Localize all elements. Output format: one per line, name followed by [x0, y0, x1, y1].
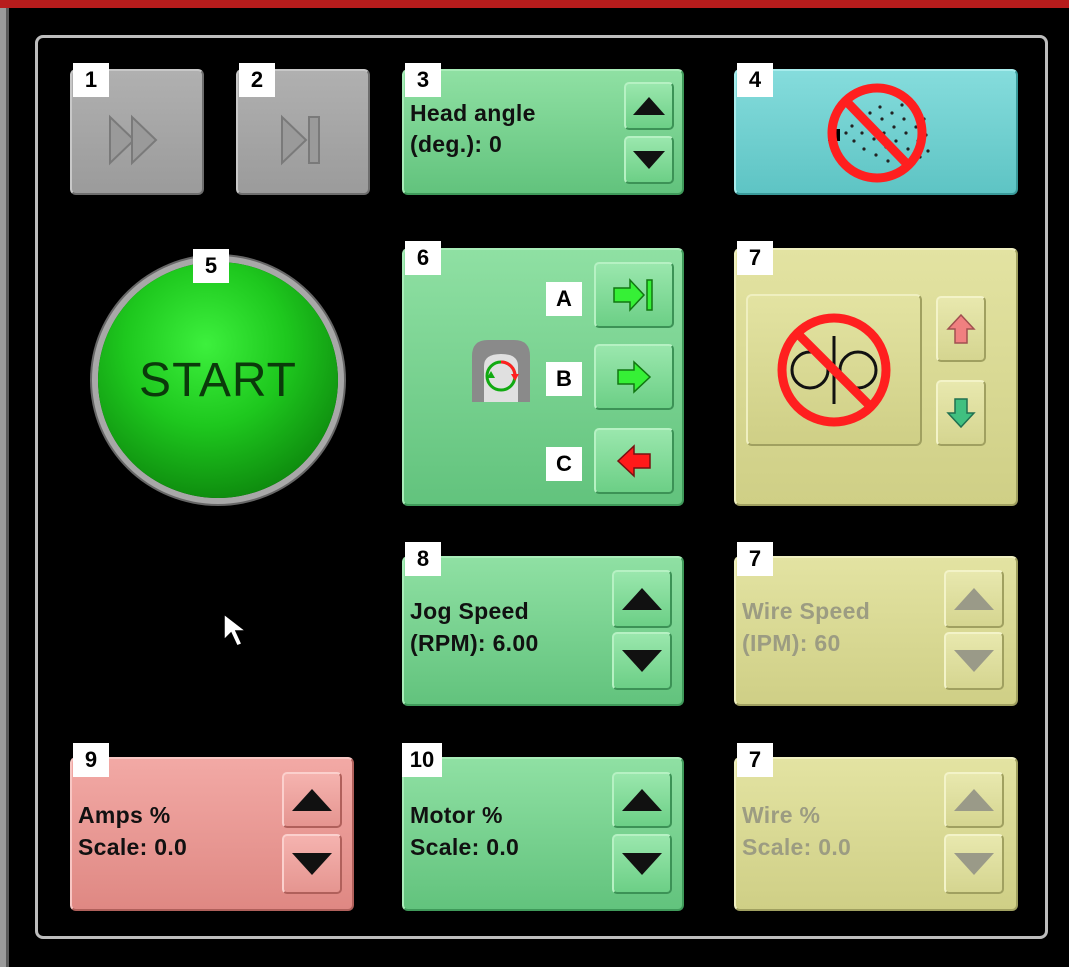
jog-speed-up-button[interactable] — [612, 570, 672, 628]
rotation-icon — [472, 340, 530, 402]
jog-speed-down-button[interactable] — [612, 632, 672, 690]
wire-speed-down-button[interactable] — [944, 632, 1004, 690]
triangle-up-icon — [954, 789, 994, 811]
badge-b: B — [546, 362, 582, 396]
triangle-down-icon — [622, 650, 662, 672]
head-angle-down-button[interactable] — [624, 136, 674, 184]
badge-8: 8 — [405, 542, 441, 576]
arrow-left-icon — [616, 444, 651, 478]
index-to-stop-button[interactable] — [594, 262, 674, 328]
arrow-right-to-bar-icon — [613, 278, 653, 312]
triangle-up-icon — [633, 97, 665, 115]
wire-scale-up-button[interactable] — [944, 772, 1004, 828]
amps-scale-down-button[interactable] — [282, 834, 342, 894]
wire-feed-toggle-button[interactable] — [746, 294, 922, 446]
wire-scale-label-line1: Wire % — [742, 802, 821, 828]
wire-scale-value: Scale: 0.0 — [742, 834, 852, 860]
triangle-down-icon — [954, 650, 994, 672]
triangle-down-icon — [292, 853, 332, 875]
wire-speed-up-button[interactable] — [944, 570, 1004, 628]
badge-1: 1 — [73, 63, 109, 97]
triangle-up-icon — [622, 789, 662, 811]
wire-feed-down-button[interactable] — [936, 380, 986, 446]
wire-speed-label-line1: Wire Speed — [742, 598, 871, 624]
triangle-down-icon — [633, 151, 665, 169]
head-angle-label-line1: Head angle — [410, 100, 536, 126]
motor-scale-value: Scale: 0.0 — [410, 834, 520, 860]
badge-7-middle: 7 — [737, 542, 773, 576]
badge-4: 4 — [737, 63, 773, 97]
badge-6: 6 — [405, 241, 441, 275]
triangle-up-icon — [954, 588, 994, 610]
badge-3: 3 — [405, 63, 441, 97]
window-left-border-shadow — [6, 8, 9, 967]
mouse-pointer-icon — [223, 612, 249, 647]
motor-scale-down-button[interactable] — [612, 834, 672, 894]
triangle-down-icon — [954, 853, 994, 875]
triangle-down-icon — [622, 853, 662, 875]
spray-toggle-button[interactable] — [734, 69, 1018, 195]
badge-a: A — [546, 282, 582, 316]
start-button[interactable]: START — [98, 262, 338, 498]
no-spray-icon — [827, 83, 930, 183]
triangle-up-icon — [292, 789, 332, 811]
badge-5: 5 — [193, 249, 229, 283]
jog-speed-value: (RPM): 6.00 — [410, 630, 539, 656]
no-wire-spool-icon — [777, 313, 891, 427]
jog-forward-button[interactable] — [594, 344, 674, 410]
wire-scale-down-button[interactable] — [944, 834, 1004, 894]
motor-scale-up-button[interactable] — [612, 772, 672, 828]
arrow-down-icon — [946, 398, 976, 429]
amps-scale-up-button[interactable] — [282, 772, 342, 828]
arrow-up-icon — [946, 313, 976, 344]
badge-2: 2 — [239, 63, 275, 97]
amps-scale-label-line1: Amps % — [78, 802, 171, 828]
motor-scale-label-line1: Motor % — [410, 802, 503, 828]
jog-speed-label-line1: Jog Speed — [410, 598, 530, 624]
amps-scale-value: Scale: 0.0 — [78, 834, 188, 860]
badge-7-bottom: 7 — [737, 743, 773, 777]
wire-speed-value: (IPM): 60 — [742, 630, 841, 656]
head-angle-up-button[interactable] — [624, 82, 674, 130]
wire-feed-up-button[interactable] — [936, 296, 986, 362]
head-angle-value: (deg.): 0 — [410, 131, 503, 157]
triangle-up-icon — [622, 588, 662, 610]
badge-9: 9 — [73, 743, 109, 777]
arrow-right-icon — [617, 360, 652, 394]
window-top-border — [0, 0, 1069, 8]
start-label: START — [139, 353, 297, 407]
badge-10: 10 — [402, 743, 442, 777]
badge-7-top: 7 — [737, 241, 773, 275]
badge-c: C — [546, 447, 582, 481]
jog-reverse-button[interactable] — [594, 428, 674, 494]
